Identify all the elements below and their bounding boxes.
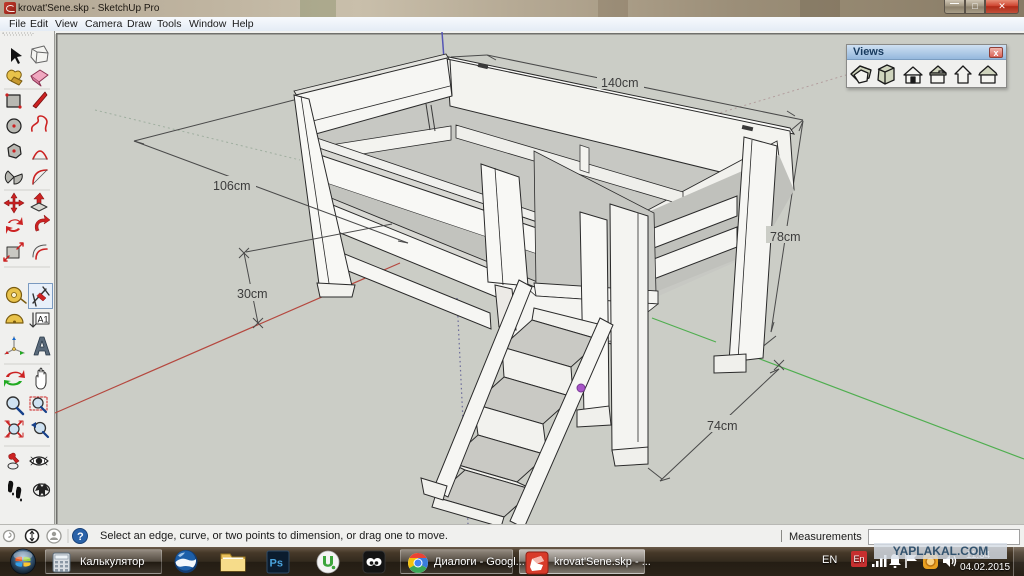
svg-text:?: ?	[77, 531, 84, 543]
svg-text:30cm: 30cm	[237, 287, 268, 301]
svg-text:106cm: 106cm	[213, 179, 251, 193]
svg-text:Ps: Ps	[270, 558, 283, 570]
svg-text:A1: A1	[38, 315, 49, 325]
svg-text:78cm: 78cm	[770, 230, 801, 244]
svg-text:140cm: 140cm	[601, 76, 639, 90]
svg-text:74cm: 74cm	[707, 419, 738, 433]
